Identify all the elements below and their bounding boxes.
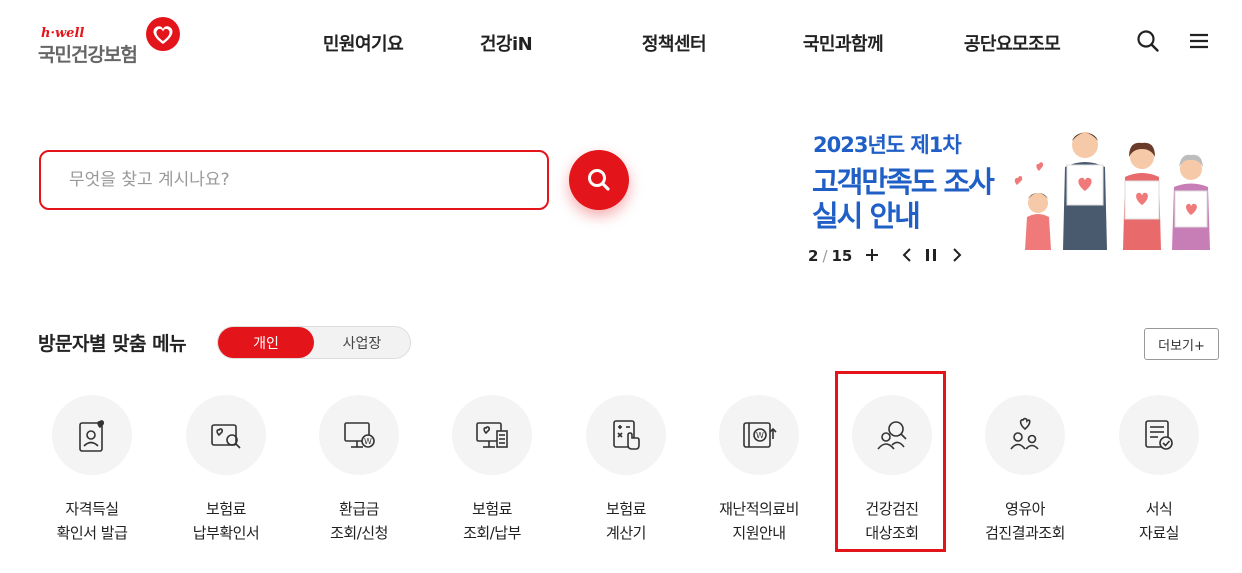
menu-item-premium-calculator[interactable]: 보험료 계산기 xyxy=(556,395,696,550)
monitor-won-icon: W xyxy=(344,422,375,448)
search-icon[interactable] xyxy=(1135,28,1161,54)
search-input[interactable] xyxy=(41,152,547,208)
menu-item-refund[interactable]: W 환급금 조회/신청 xyxy=(289,395,429,550)
plus-icon[interactable] xyxy=(862,245,882,265)
banner-subtitle: 2023년도 제1차 xyxy=(813,133,962,157)
family-illustration-icon xyxy=(1014,132,1210,250)
search-box xyxy=(39,150,549,210)
menu-icon-circle xyxy=(452,395,532,475)
nav-item-civil-service[interactable]: 민원여기요 xyxy=(323,30,404,56)
menu-item-health-checkup-eligibility[interactable]: 건강검진 대상조회 xyxy=(822,395,962,550)
menu-label: 건강검진 대상조회 xyxy=(865,500,919,542)
prev-icon[interactable] xyxy=(898,245,918,265)
menu-label: 영유아 검진결과조회 xyxy=(985,500,1065,542)
svg-text:W: W xyxy=(756,431,764,440)
menu-label: 보험료 납부확인서 xyxy=(192,500,260,542)
banner-pager: 2/15 xyxy=(808,247,852,265)
id-card-heart-icon xyxy=(79,420,104,452)
menu-icon-circle xyxy=(1119,395,1199,475)
menu-icon-circle xyxy=(186,395,266,475)
svg-text:W: W xyxy=(364,437,372,446)
nav-item-policy-center[interactable]: 정책센터 xyxy=(642,30,707,56)
promo-banner[interactable]: 2023년도 제1차 고객만족도 조사 실시 안내 xyxy=(805,125,1225,255)
monitor-receipt-icon xyxy=(476,422,508,448)
menu-label: 자격득실 확인서 발급 xyxy=(56,500,128,542)
banner-controls: 2/15 xyxy=(808,244,852,268)
wallet-won-icon: W xyxy=(743,422,777,448)
menu-label: 환급금 조회/신청 xyxy=(330,500,388,542)
menu-label: 보험료 조회/납부 xyxy=(463,500,521,542)
menu-label: 서식 자료실 xyxy=(1139,500,1179,542)
calculator-hand-icon xyxy=(613,420,640,450)
nav-item-with-citizens[interactable]: 국민과함께 xyxy=(803,30,884,56)
toggle-personal[interactable]: 개인 xyxy=(218,327,314,358)
banner-title-2: 실시 안내 xyxy=(812,199,921,233)
next-icon[interactable] xyxy=(946,245,966,265)
nav-item-about-corp[interactable]: 공단요모조모 xyxy=(964,30,1061,56)
menu-item-payment-confirmation[interactable]: 보험료 납부확인서 xyxy=(156,395,296,550)
menu-item-catastrophic-medical[interactable]: W 재난적의료비 지원안내 xyxy=(689,395,829,550)
menu-icon-circle xyxy=(586,395,666,475)
global-nav: 민원여기요 건강iN 정책센터 국민과함께 공단요모조모 xyxy=(0,30,1242,56)
search-button[interactable] xyxy=(569,150,629,210)
more-button[interactable]: 더보기+ xyxy=(1144,328,1219,360)
menu-icon-circle: W xyxy=(319,395,399,475)
family-heart-icon xyxy=(1010,417,1039,450)
menu-item-infant-checkup-results[interactable]: 영유아 검진결과조회 xyxy=(955,395,1095,550)
menu-icon[interactable] xyxy=(1186,28,1212,54)
menu-icon-circle xyxy=(985,395,1065,475)
menu-label: 보험료 계산기 xyxy=(606,500,646,542)
section-title: 방문자별 맞춤 메뉴 xyxy=(38,333,187,355)
document-search-icon xyxy=(211,424,241,449)
pager-separator: / xyxy=(822,247,828,265)
menu-icon-circle xyxy=(852,395,932,475)
people-search-icon xyxy=(877,421,907,450)
pager-current: 2 xyxy=(808,247,819,265)
menu-icon-circle xyxy=(52,395,132,475)
menu-icon-circle: W xyxy=(719,395,799,475)
search-icon xyxy=(588,169,610,191)
menu-item-forms-library[interactable]: 서식 자료실 xyxy=(1089,395,1229,550)
menu-item-qualification-certificate[interactable]: 자격득실 확인서 발급 xyxy=(22,395,162,550)
nav-item-health-in[interactable]: 건강iN xyxy=(480,30,533,56)
menu-label: 재난적의료비 지원안내 xyxy=(719,500,799,542)
menu-item-premium-payment[interactable]: 보험료 조회/납부 xyxy=(422,395,562,550)
pause-icon[interactable] xyxy=(921,245,941,265)
pager-total: 15 xyxy=(831,247,853,265)
visitor-type-toggle: 개인 사업장 xyxy=(217,326,411,359)
toggle-business[interactable]: 사업장 xyxy=(314,327,410,358)
form-check-icon xyxy=(1145,420,1173,450)
